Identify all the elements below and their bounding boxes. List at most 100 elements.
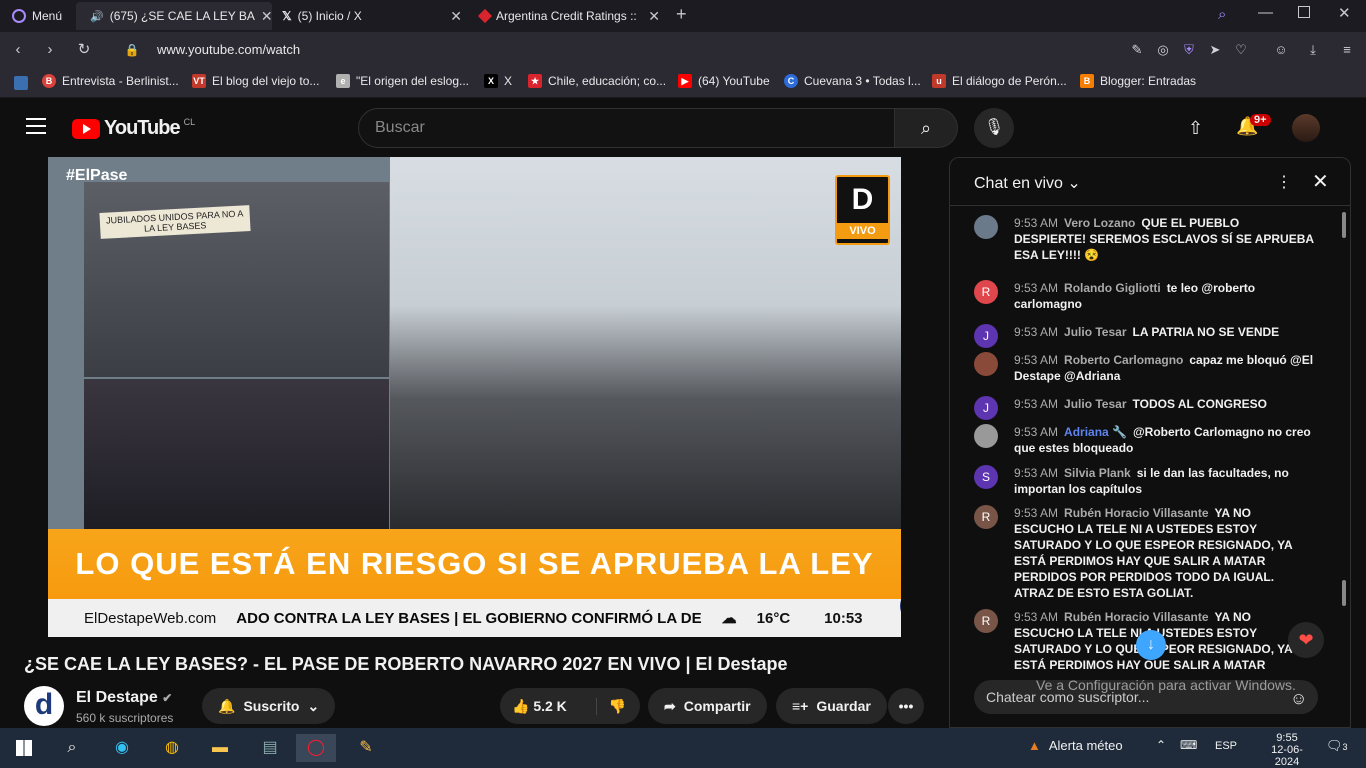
bookmark-item[interactable]: XX: [484, 74, 512, 88]
send-icon[interactable]: ➤: [1206, 41, 1224, 59]
message-author[interactable]: Roberto Carlomagno: [1064, 353, 1183, 367]
subscribed-button[interactable]: 🔔 Suscrito ⌄: [202, 688, 336, 724]
bookmark-folder-icon[interactable]: [14, 76, 28, 90]
app-icon[interactable]: ▤: [250, 734, 290, 762]
like-button[interactable]: 👍 5.2 K: [500, 698, 567, 715]
chevron-down-icon: ⌄: [307, 697, 320, 714]
chat-scrollbar-thumb[interactable]: [1342, 580, 1346, 606]
close-chat-icon[interactable]: ✕: [1312, 169, 1329, 194]
close-tab-icon[interactable]: ✕: [648, 8, 660, 25]
avatar: R: [974, 609, 998, 633]
restore-button[interactable]: [1298, 6, 1310, 18]
avatar: S: [974, 465, 998, 489]
bookmark-item[interactable]: B Blogger: Entradas: [1080, 74, 1196, 88]
tab-credit-ratings[interactable]: Argentina Credit Ratings :: ✕: [472, 2, 668, 30]
chat-message: J 9:53 AM Julio Tesar TODOS AL CONGRESO: [974, 396, 1314, 420]
speaker-icon[interactable]: 🔊: [90, 10, 104, 23]
clock[interactable]: 9:55 12-06-2024: [1262, 732, 1312, 768]
message-text: YA NO ESCUCHO LA TELE NI A USTEDES ESTOY…: [1014, 506, 1293, 600]
dislike-button[interactable]: 👎: [595, 697, 640, 715]
save-label: Guardar: [816, 698, 871, 714]
back-icon[interactable]: ‹: [8, 40, 28, 60]
forward-icon[interactable]: ›: [40, 40, 60, 60]
message-author[interactable]: Vero Lozano: [1064, 216, 1135, 230]
bookmark-item[interactable]: VT El blog del viejo to...: [192, 74, 319, 88]
message-author[interactable]: Julio Tesar: [1064, 325, 1126, 339]
search-tabs-icon[interactable]: ⌕: [1218, 6, 1226, 23]
avatar: [974, 424, 998, 448]
bookmark-item[interactable]: C Cuevana 3 • Todas l...: [784, 74, 921, 88]
browser-menu-button[interactable]: Menú: [4, 2, 76, 30]
chat-scrollbar[interactable]: [1342, 212, 1346, 238]
message-text: QUE EL PUEBLO DESPIERTE! SEREMOS ESCLAVO…: [1014, 216, 1314, 262]
scroll-down-button[interactable]: ↓: [1136, 630, 1166, 660]
upload-icon[interactable]: ⇧: [1188, 118, 1203, 139]
tab-title: (675) ¿SE CAE LA LEY BA: [109, 9, 255, 23]
message-author[interactable]: Rolando Gigliotti: [1064, 281, 1161, 295]
bookmark-item[interactable]: ★ Chile, educación; co...: [528, 74, 666, 88]
chrome-icon[interactable]: ◍: [152, 734, 192, 762]
more-vertical-icon[interactable]: ⋮: [1276, 172, 1292, 192]
bookmark-item[interactable]: B Entrevista - Berlinist...: [42, 74, 179, 88]
close-window-button[interactable]: ✕: [1338, 4, 1351, 22]
avatar[interactable]: [1292, 114, 1320, 142]
windows-start-icon[interactable]: [4, 734, 44, 762]
message-author[interactable]: Rubén Horacio Villasante: [1064, 610, 1209, 624]
tab-youtube[interactable]: 🔊 (675) ¿SE CAE LA LEY BA ✕: [76, 2, 272, 30]
bookmark-favicon-icon: C: [784, 74, 798, 88]
weather-widget[interactable]: ▲ Alerta méteo: [1028, 738, 1123, 753]
keyboard-icon[interactable]: ⌨: [1180, 738, 1197, 752]
bookmark-item[interactable]: ▶ (64) YouTube: [678, 74, 770, 88]
windows-taskbar: ⌕ ◉ ◍ ▬ ▤ ◯ ✎ ▲ Alerta méteo ⌃ ⌨ ESP 9:55…: [0, 728, 1366, 768]
paint-icon[interactable]: ✎: [346, 734, 386, 762]
notifications-icon[interactable]: 🗨3: [1326, 738, 1348, 754]
message-time: 9:53 AM: [1014, 506, 1059, 520]
share-button[interactable]: ➦ Compartir: [648, 688, 767, 724]
close-tab-icon[interactable]: ✕: [450, 8, 462, 25]
new-tab-button[interactable]: +: [676, 4, 687, 25]
search-input[interactable]: Buscar: [358, 108, 895, 148]
lock-icon[interactable]: 🔒: [122, 40, 142, 60]
heart-icon[interactable]: ♡: [1232, 41, 1250, 59]
chat-title[interactable]: Chat en vivo ⌄: [974, 173, 1081, 193]
save-button[interactable]: ≡+ Guardar: [776, 688, 887, 724]
thumbs-down-icon: 👎: [608, 697, 626, 714]
language-indicator[interactable]: ESP: [1215, 740, 1237, 752]
close-tab-icon[interactable]: ✕: [261, 8, 272, 25]
channel-name[interactable]: El Destape ✔: [76, 689, 172, 707]
ticker-text: ADO CONTRA LA LEY BASES | EL GOBIERNO CO…: [236, 609, 702, 627]
edge-icon[interactable]: ◉: [102, 734, 142, 762]
bookmark-item[interactable]: e "El origen del eslog...: [336, 74, 469, 88]
message-author[interactable]: Julio Tesar: [1064, 397, 1126, 411]
search-icon[interactable]: ⌕: [52, 734, 92, 762]
camera-icon[interactable]: ◎: [1154, 41, 1172, 59]
chevron-up-icon[interactable]: ⌃: [1156, 738, 1166, 752]
menu-lines-icon[interactable]: ≡: [1338, 41, 1356, 59]
message-time: 9:53 AM: [1014, 466, 1059, 480]
search-button[interactable]: ⌕: [894, 108, 958, 148]
video-inset-senate: [84, 379, 389, 529]
minimize-button[interactable]: —: [1258, 4, 1273, 21]
edit-icon[interactable]: ✎: [1128, 41, 1146, 59]
message-time: 9:53 AM: [1014, 325, 1059, 339]
download-icon[interactable]: ⤓: [1304, 41, 1322, 59]
reaction-heart-button[interactable]: ❤: [1288, 622, 1324, 658]
mic-icon: 🎙: [983, 119, 1005, 136]
channel-avatar[interactable]: d: [24, 686, 64, 726]
opera-taskbar-icon[interactable]: ◯: [296, 734, 336, 762]
hamburger-menu-icon[interactable]: [26, 118, 46, 134]
reload-icon[interactable]: ↻: [74, 40, 94, 60]
video-player[interactable]: JUBILADOS UNIDOS PARA NO A LA LEY BASES …: [48, 157, 901, 637]
profile-icon[interactable]: ☺: [1272, 41, 1290, 59]
vpn-shield-icon[interactable]: ⛨: [1180, 41, 1198, 59]
file-explorer-icon[interactable]: ▬: [200, 734, 240, 762]
youtube-logo[interactable]: YouTube CL: [72, 117, 195, 140]
tab-x[interactable]: 𝕏 (5) Inicio / X ✕: [274, 2, 470, 30]
message-author[interactable]: Silvia Plank: [1064, 466, 1131, 480]
mic-button[interactable]: 🎙: [974, 108, 1014, 148]
more-actions-button[interactable]: •••: [888, 688, 924, 724]
bookmark-item[interactable]: u El diálogo de Perón...: [932, 74, 1067, 88]
message-author[interactable]: Rubén Horacio Villasante: [1064, 506, 1209, 520]
url-field[interactable]: www.youtube.com/watch: [157, 42, 300, 57]
message-author[interactable]: Adriana 🔧: [1064, 425, 1127, 439]
